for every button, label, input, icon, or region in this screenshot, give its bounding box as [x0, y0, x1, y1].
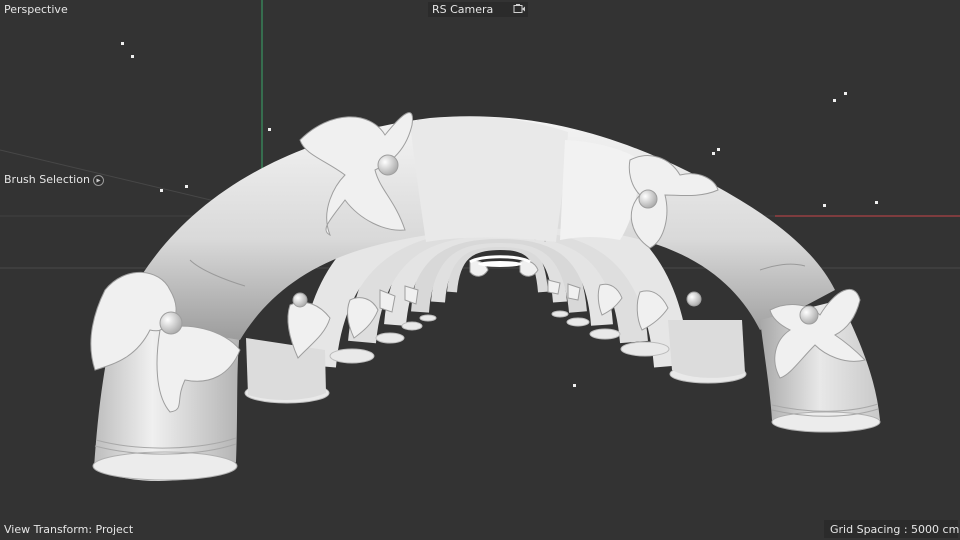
radio-dot-icon[interactable] [92, 174, 104, 186]
front-arch [92, 116, 881, 481]
view-transform-label: View Transform: Project [4, 523, 134, 536]
active-tool-label: Brush Selection [4, 173, 90, 186]
viewport-3d[interactable]: Perspective RS Camera Brush Selection Vi… [0, 0, 960, 540]
active-tool-indicator: Brush Selection [4, 173, 104, 187]
camera-lock-icon[interactable] [513, 4, 526, 14]
grid-spacing-label: Grid Spacing : 5000 cm [830, 523, 960, 536]
viewport-name-label[interactable]: Perspective [4, 3, 68, 17]
scene-render[interactable] [0, 0, 960, 540]
camera-name-label[interactable]: RS Camera [432, 3, 493, 17]
